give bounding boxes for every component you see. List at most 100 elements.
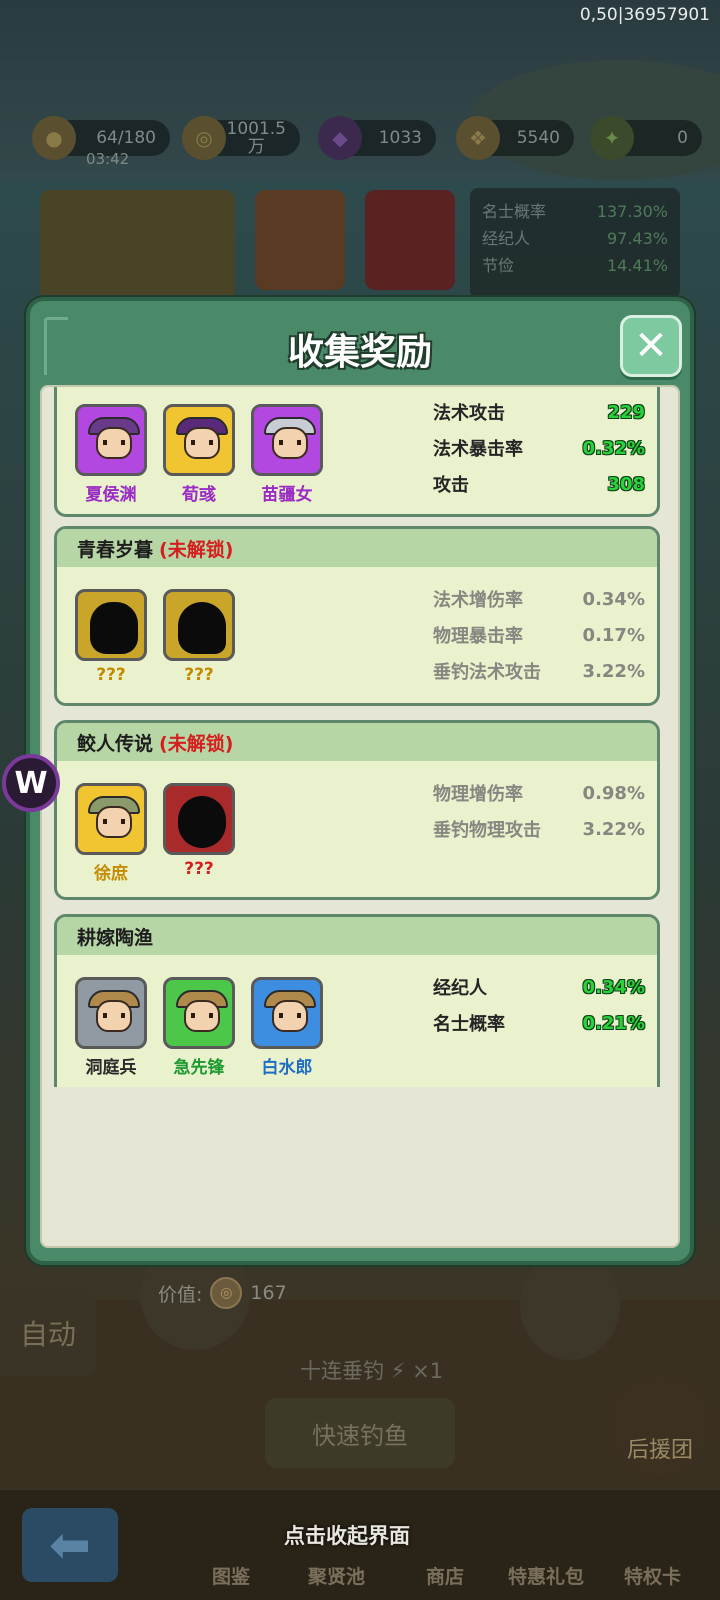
eyes-icon [191,440,213,445]
hero-card[interactable]: ??? [163,783,235,884]
bg-stat-value: 14.41% [606,256,668,275]
close-button[interactable]: ✕ [620,315,682,377]
bonus-row: 物理暴击率 0.17% [433,617,645,653]
resource-energy-value: 0 [677,128,688,148]
hero-list: ??? ??? [75,589,235,685]
hero-card[interactable]: 苗疆女 [251,404,323,505]
hero-card[interactable]: 急先锋 [163,977,235,1078]
energy-icon: ⚡ [390,1359,406,1383]
hero-card[interactable]: 洞庭兵 [75,977,147,1078]
bonus-label: 攻击 [433,475,469,496]
bonus-value: 0.32% [582,437,645,459]
dialog-title: 收集奖励 [287,332,432,373]
bg-stat-row: 经纪人 97.43% [482,225,668,252]
bonus-row: 垂钓法术攻击 3.22% [433,653,645,689]
reward-list[interactable]: 夏侯渊 荀彧 苗疆女 法术攻击 229 法术暴击率 0.32% 攻击 308 青… [42,387,678,1087]
bonus-row: 攻击 308 [433,466,645,502]
back-arrow-icon[interactable]: ⬅ [22,1508,118,1582]
resource-coin[interactable]: ◎ 1001.5 万 [182,116,300,160]
nav-item-recruit[interactable]: 聚贤池 [308,1562,365,1589]
bonus-label: 物理暴击率 [433,626,523,647]
hero-portrait [75,977,147,1049]
resource-energy[interactable]: ✦ 0 [590,116,702,160]
bg-stat-label: 名士概率 [482,202,547,221]
resource-gem[interactable]: ◆ 1033 [318,116,436,160]
fast-fish-button[interactable]: 快速钓鱼 [265,1398,455,1468]
nav-item-shop[interactable]: 商店 [426,1562,464,1589]
hero-portrait-locked [75,589,147,661]
hero-card[interactable]: 夏侯渊 [75,404,147,505]
coin-icon: ◎ [182,116,226,160]
floating-assistant-button[interactable]: W [2,754,60,812]
hero-card[interactable]: 白水郎 [251,977,323,1078]
bonus-label: 物理增伤率 [433,784,523,805]
hero-list: 洞庭兵 急先锋 白水郎 [75,977,323,1078]
card-title: 耕嫁陶渔 [77,926,154,949]
resource-fish[interactable]: ❖ 5540 [456,116,574,160]
hero-card[interactable]: ??? [163,589,235,685]
hero-name: 夏侯渊 [85,485,137,505]
card-title: 青春岁暮 [77,538,154,561]
collection-card: 耕嫁陶渔 洞庭兵 急先锋 白水郎 经纪人 0.34% 名士概率 0.21% [54,914,660,1087]
fish-icon: ❖ [456,116,500,160]
hero-portrait [75,783,147,855]
bonus-label: 法术攻击 [433,403,505,424]
hero-name: ??? [96,665,126,685]
silhouette-icon [90,602,138,654]
bonus-row: 垂钓物理攻击 3.22% [433,811,645,847]
catch-value: 价值: ◎ 167 [158,1277,287,1309]
resource-fish-value: 5540 [516,128,560,148]
support-team-button[interactable]: 后援团 [610,1376,710,1476]
energy-icon: ✦ [590,116,634,160]
ten-fish-button[interactable]: 十连垂钓 ⚡ ×1 [300,1355,443,1385]
close-icon: ✕ [634,323,668,369]
hero-name: 苗疆女 [261,485,313,505]
nav-item-gift-pack[interactable]: 特惠礼包 [508,1562,584,1589]
hero-card[interactable]: ??? [75,589,147,685]
nav-item-privilege-card[interactable]: 特权卡 [624,1562,681,1589]
collection-card: 夏侯渊 荀彧 苗疆女 法术攻击 229 法术暴击率 0.32% 攻击 308 [54,387,660,517]
bg-event-card [40,190,235,300]
resource-food-timer: 03:42 [86,150,130,168]
bonus-value: 0.34% [582,588,645,610]
bg-stat-value: 137.30% [596,202,668,221]
ten-fish-label: 十连垂钓 [300,1359,384,1383]
dialog-body[interactable]: 夏侯渊 荀彧 苗疆女 法术攻击 229 法术暴击率 0.32% 攻击 308 青… [40,385,680,1248]
coin-icon: ◎ [210,1277,243,1309]
hero-card[interactable]: 徐庶 [75,783,147,884]
nav-item-handbook[interactable]: 图鉴 [212,1562,250,1589]
hero-list: 夏侯渊 荀彧 苗疆女 [75,404,323,505]
hero-portrait [75,404,147,476]
hero-card[interactable]: 荀彧 [163,404,235,505]
bg-stat-value: 97.43% [606,229,668,248]
locked-label: (未解锁) [159,732,234,755]
hero-portrait [163,977,235,1049]
hero-portrait-locked [163,783,235,855]
silhouette-icon [178,796,226,848]
hero-list: 徐庶 ??? [75,783,235,884]
server-id-label: 0,50|36957901 [579,5,710,25]
bonus-list: 法术增伤率 0.34% 物理暴击率 0.17% 垂钓法术攻击 3.22% [433,581,645,689]
eyes-icon [191,1013,213,1018]
hero-name: 急先锋 [173,1058,225,1078]
hero-name: 洞庭兵 [85,1058,137,1078]
bonus-value: 229 [607,401,645,423]
auto-button[interactable]: 自动 [0,1290,96,1376]
bg-stat-label: 节俭 [482,256,515,275]
value-amount: 167 [250,1282,287,1304]
collection-reward-dialog: 收集奖励 ✕ 夏侯渊 荀彧 苗疆女 法术攻击 229 法术暴击率 0.32% 攻… [26,297,694,1265]
resource-gem-value: 1033 [378,128,422,148]
hero-portrait [251,977,323,1049]
bg-stat-row: 名士概率 137.30% [482,198,668,225]
bg-stat-label: 经纪人 [482,229,531,248]
gem-icon: ◆ [318,116,362,160]
bonus-value: 0.21% [582,1012,645,1034]
collapse-hint[interactable]: 点击收起界面 [284,1520,410,1550]
food-icon: ● [32,116,76,160]
eyes-icon [279,440,301,445]
bonus-row: 法术暴击率 0.32% [433,430,645,466]
eyes-icon [103,819,125,824]
bonus-row: 法术攻击 229 [433,394,645,430]
collection-card: 鲛人传说 (未解锁) 徐庶 ??? 物理增伤率 0.98% 垂钓物理攻击 3.2… [54,720,660,900]
bonus-label: 法术增伤率 [433,590,523,611]
